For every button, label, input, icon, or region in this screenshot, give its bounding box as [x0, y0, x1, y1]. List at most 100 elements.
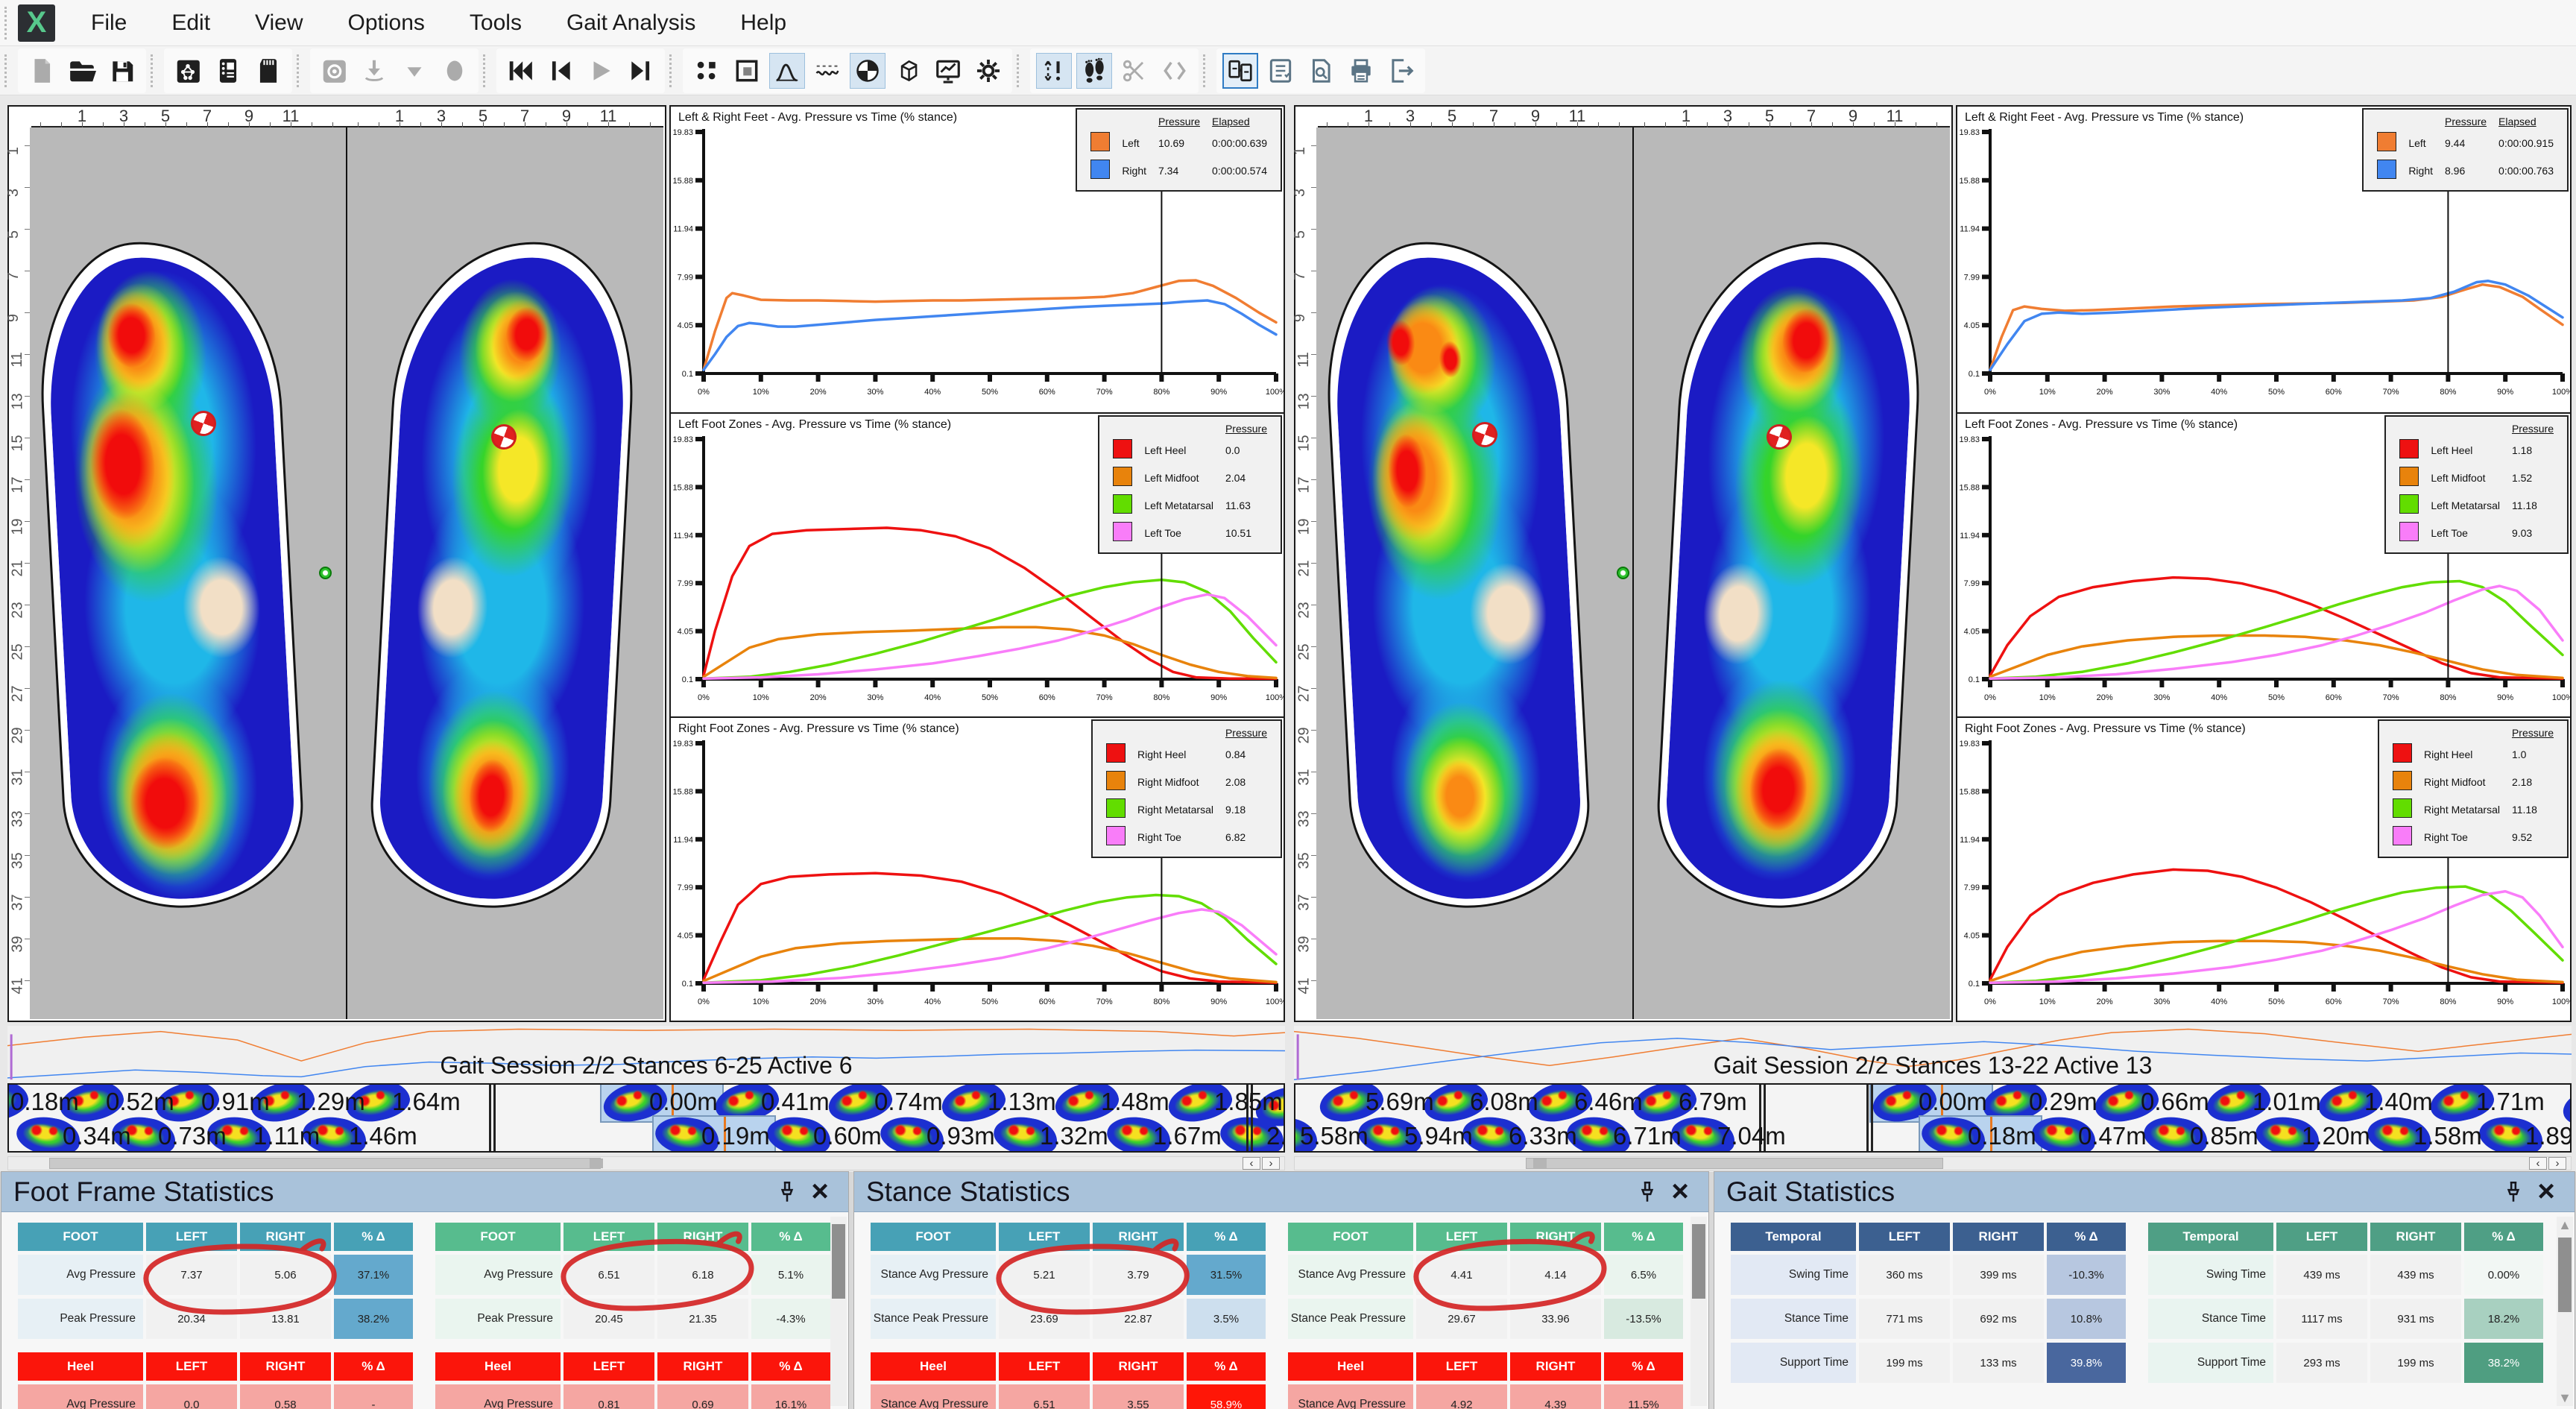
timeline-stance-bottom[interactable]: 6.33m — [1462, 1118, 1567, 1153]
code-view-button[interactable] — [1157, 53, 1193, 89]
scroll-up-icon[interactable]: ▲ — [2558, 1217, 2572, 1233]
toolbar-group-handle[interactable] — [1017, 54, 1023, 87]
timeline-stance-bottom[interactable]: 1.89m — [2479, 1118, 2572, 1153]
frame-box-button[interactable] — [729, 53, 765, 89]
scrollbar-thumb[interactable] — [49, 1158, 601, 1169]
timeline-stance-top[interactable]: 0.00m — [1871, 1083, 1983, 1121]
timeline-stance-bottom[interactable]: 0.47m — [2032, 1118, 2144, 1153]
footprints-tool-button[interactable] — [1076, 53, 1112, 89]
import-recording-button[interactable] — [356, 53, 392, 89]
pin-icon[interactable] — [771, 1176, 804, 1208]
compare-documents-button[interactable] — [1222, 53, 1258, 89]
toolbar-group-handle[interactable] — [151, 54, 157, 87]
toolbar-group-handle[interactable] — [669, 54, 675, 87]
timeline-stance-top[interactable]: 6.46m — [1528, 1083, 1632, 1120]
timeline-stance-bottom[interactable]: 0.85m — [2144, 1118, 2255, 1153]
timeline-stance-top[interactable]: 1.40m — [2318, 1083, 2430, 1120]
measure-tool-button[interactable] — [1036, 53, 1072, 89]
cop-point-icon[interactable] — [319, 567, 332, 579]
timeline-stance-bottom[interactable]: 0.19m — [654, 1117, 767, 1153]
report-button[interactable] — [1263, 53, 1298, 89]
timeline-stance-bottom[interactable]: 6.71m — [1567, 1118, 1671, 1153]
timeline-scrollbar[interactable]: ‹› — [7, 1156, 1285, 1170]
three-d-view-button[interactable] — [890, 53, 926, 89]
cell-display-button[interactable] — [689, 53, 724, 89]
scroll-down-icon[interactable]: ▼ — [2558, 1390, 2572, 1406]
menu-item-view[interactable]: View — [233, 4, 325, 42]
timeline-stance-selected[interactable]: 0.18m — [1920, 1117, 2041, 1153]
cop-display-button[interactable] — [850, 53, 886, 89]
timeline-stance-top[interactable]: 5.69m — [1319, 1083, 1424, 1120]
close-icon[interactable]: × — [1664, 1176, 1696, 1208]
timeline-stance-bottom[interactable]: 1.58m — [2367, 1118, 2479, 1153]
new-file-button[interactable] — [24, 53, 60, 89]
timeline-stance-bottom[interactable]: 0.18m — [1920, 1117, 2032, 1153]
timeline-stance-selected[interactable]: 0.00m — [1871, 1083, 1992, 1121]
record-options-button[interactable] — [397, 53, 432, 89]
device-manager-button[interactable] — [210, 53, 246, 89]
timeline-stance-selected[interactable]: 0.00m — [602, 1083, 722, 1121]
toolbar-group-handle[interactable] — [4, 54, 10, 87]
open-file-button[interactable] — [64, 53, 100, 89]
scrollbar-thumb[interactable] — [2558, 1238, 2572, 1312]
menu-item-edit[interactable]: Edit — [149, 4, 233, 42]
stance-timeline[interactable]: 0.18m0.52m0.91m1.29m1.64m0.34m0.73m1.11m… — [7, 1083, 1285, 1153]
pin-icon[interactable] — [2497, 1176, 2530, 1208]
print-preview-button[interactable] — [1303, 53, 1339, 89]
scrollbar-thumb[interactable] — [832, 1224, 845, 1299]
menu-item-file[interactable]: File — [69, 4, 149, 42]
timeline-stance-top[interactable]: 0.74m — [828, 1083, 941, 1120]
timeline-stance-top[interactable]: 1.85m — [1168, 1083, 1281, 1120]
stats-scrollbar[interactable] — [830, 1217, 847, 1406]
toolbar-group-handle[interactable] — [1203, 54, 1209, 87]
timeline-stance-top[interactable]: 6.08m — [1424, 1083, 1528, 1120]
scroll-right-button[interactable]: › — [2548, 1157, 2566, 1170]
toolbar-group-handle[interactable] — [297, 54, 303, 87]
timeline-stance-bottom[interactable]: 7.04m — [1671, 1118, 1775, 1153]
timeline-stance-bottom[interactable]: 1.20m — [2255, 1118, 2367, 1153]
menu-item-gait-analysis[interactable]: Gait Analysis — [544, 4, 718, 42]
play-button[interactable] — [583, 53, 619, 89]
scroll-left-button[interactable]: ‹ — [1243, 1157, 1260, 1170]
timeline-stance-bottom[interactable]: 1.32m — [994, 1118, 1107, 1153]
settings-button[interactable] — [970, 53, 1006, 89]
timeline-stance-bottom[interactable]: 5.58m — [1294, 1118, 1358, 1153]
stats-scrollbar[interactable] — [1690, 1217, 1707, 1406]
filter-wave-button[interactable] — [809, 53, 845, 89]
timeline-stance-bottom[interactable]: 0.60m — [767, 1118, 880, 1153]
timeline-stance-top[interactable]: 1.48m — [1055, 1083, 1168, 1120]
record-video-button[interactable] — [316, 53, 352, 89]
save-file-button[interactable] — [104, 53, 140, 89]
menu-item-help[interactable]: Help — [718, 4, 809, 42]
timeline-stance-bottom[interactable]: 5.94m — [1358, 1118, 1462, 1153]
scrollbar-grip[interactable] — [590, 1159, 603, 1168]
cop-point-icon[interactable] — [1617, 567, 1629, 579]
menu-item-tools[interactable]: Tools — [447, 4, 544, 42]
stats-scrollbar[interactable]: ▲▼ — [2557, 1217, 2573, 1406]
timeline-stance-bottom[interactable]: 0.93m — [880, 1118, 994, 1153]
timeline-stance-top[interactable]: 0.00m — [602, 1083, 715, 1121]
scroll-left-button[interactable]: ‹ — [2529, 1157, 2547, 1170]
scroll-right-button[interactable]: › — [1262, 1157, 1280, 1170]
export-button[interactable] — [1383, 53, 1419, 89]
scrollbar-thumb[interactable] — [1526, 1158, 1943, 1169]
timeline-stance-bottom[interactable]: 1.67m — [1107, 1118, 1220, 1153]
timeline-stance-bottom[interactable]: 0.34m — [16, 1118, 112, 1153]
stance-timeline[interactable]: 5.69m6.08m6.46m6.79m 5.58m5.94m6.33m6.71m… — [1294, 1083, 2572, 1153]
menu-item-options[interactable]: Options — [326, 4, 447, 42]
last-frame-button[interactable] — [623, 53, 659, 89]
timeline-stance-top[interactable]: 0.41m — [715, 1083, 828, 1120]
close-icon[interactable]: × — [2530, 1176, 2563, 1208]
timeline-stance-top[interactable]: 1.01m — [2206, 1083, 2318, 1120]
timeline-stance-top[interactable]: 1.13m — [941, 1083, 1055, 1120]
sd-card-button[interactable] — [250, 53, 286, 89]
scrollbar-grip[interactable] — [1533, 1159, 1547, 1168]
timeline-stance-top[interactable]: 1.71m — [2430, 1083, 2542, 1120]
pin-icon[interactable] — [1631, 1176, 1664, 1208]
timeline-stance-top[interactable]: 6.79m — [1632, 1083, 1737, 1120]
curve-view-button[interactable] — [769, 53, 805, 89]
timeline-stance-selected[interactable]: 0.19m — [654, 1117, 774, 1153]
first-frame-button[interactable] — [502, 53, 538, 89]
timeline-scrollbar[interactable]: ‹› — [1294, 1156, 2572, 1170]
toolbar-drag-handle[interactable] — [4, 7, 10, 40]
